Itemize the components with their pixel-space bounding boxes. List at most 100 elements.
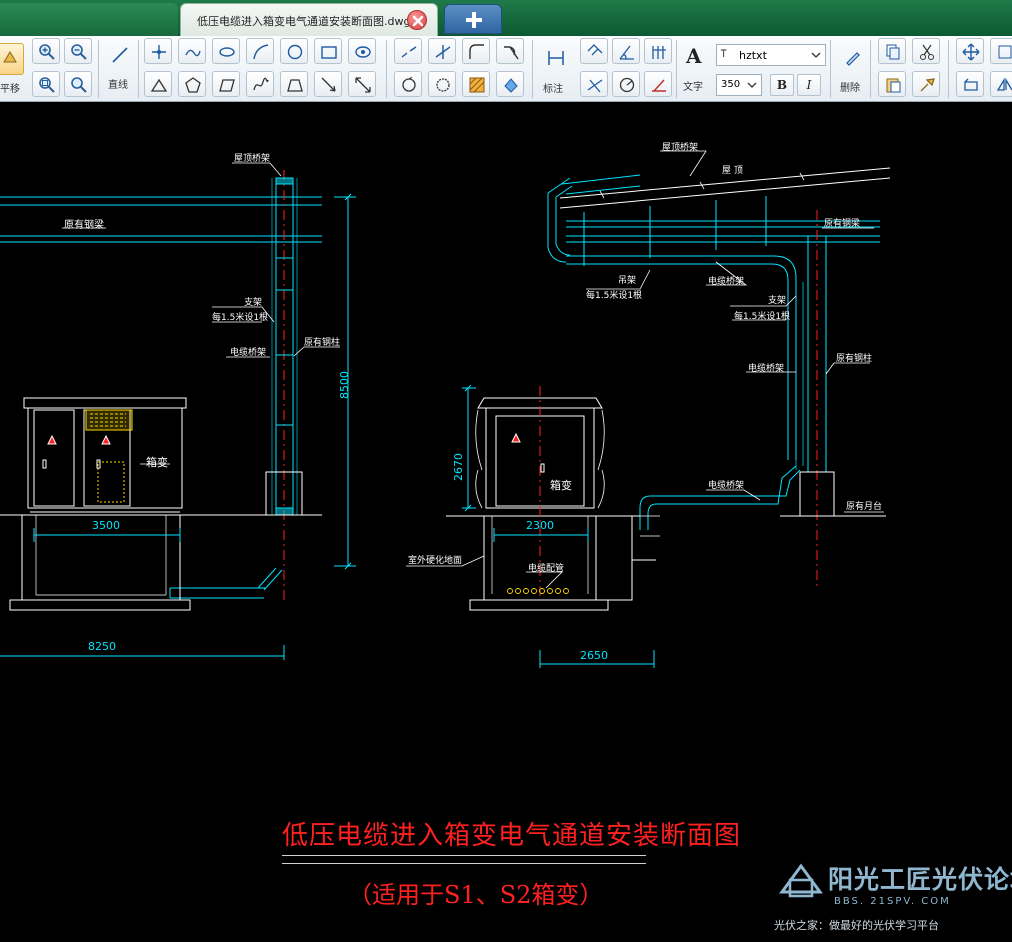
drawing-subtitle: （适用于S1、S2箱变） (348, 881, 604, 909)
bracket-spacing-label-left: 每1.5米设1根 (212, 313, 269, 323)
steel-beam-label-left: 原有钢梁 (64, 220, 104, 231)
dim-box-height-right: 2670 (452, 453, 465, 481)
spline-icon[interactable] (178, 38, 206, 64)
text-label: 文字 (683, 82, 703, 93)
ground-label: 室外硬化地面 (408, 556, 463, 566)
title-underline (282, 855, 646, 856)
continue-dim-icon[interactable] (580, 71, 608, 97)
donut-icon[interactable] (348, 38, 376, 64)
separator (676, 40, 677, 98)
close-icon[interactable] (407, 10, 427, 30)
plus-icon[interactable] (444, 4, 502, 34)
steel-beam-label-right: 原有钢梁 (824, 219, 861, 229)
italic-button[interactable]: I (797, 74, 821, 96)
zoom-out-icon[interactable] (64, 38, 92, 64)
tab-active-drawing[interactable]: 低压电缆进入箱变电气通道安装断面图.dwg (180, 3, 438, 36)
polygon-icon[interactable] (178, 71, 206, 97)
drawing-canvas[interactable]: 屋顶桥架 原有钢梁 支架 每1.5米设1根 电缆桥架 原有钢柱 箱变 8500 … (0, 103, 1012, 942)
bracket-spacing-label-right: 每1.5米设1根 (734, 312, 791, 322)
dim-offset-right: 2650 (580, 649, 608, 662)
hanger-label: 吊架 (618, 276, 637, 286)
watermark-brand: 阳光工匠光伏论坛 (828, 865, 1012, 894)
offset-icon[interactable] (428, 71, 456, 97)
move-icon[interactable] (956, 38, 984, 64)
cable-tray-top-label: 电缆桥架 (708, 277, 745, 287)
zoom-extents-icon[interactable] (64, 71, 92, 97)
hatch-icon[interactable] (462, 71, 490, 97)
font-dropdown[interactable]: Ꭲ hztxt (716, 44, 826, 66)
separator (98, 40, 99, 98)
parallelogram-icon[interactable] (212, 71, 240, 97)
chamfer-icon[interactable] (496, 38, 524, 64)
box-label-left: 箱变 (146, 456, 168, 469)
double-arrow-icon[interactable] (348, 71, 376, 97)
ellipse-icon[interactable] (212, 38, 240, 64)
trapezoid-icon[interactable] (280, 71, 308, 97)
arrow-line-icon[interactable] (314, 71, 342, 97)
font-icon: Ꭲ (721, 49, 728, 60)
eraser-icon[interactable] (838, 45, 866, 71)
separator (948, 40, 949, 98)
cut-icon[interactable] (912, 38, 940, 64)
zoom-window-icon[interactable] (32, 71, 60, 97)
tab-previous[interactable] (0, 3, 178, 36)
line-label: 直线 (108, 80, 128, 91)
polyline-icon[interactable] (144, 38, 172, 64)
fill-icon[interactable] (496, 71, 524, 97)
triangle-icon[interactable] (144, 71, 172, 97)
font-size-dropdown[interactable]: 350 (716, 74, 762, 96)
conduit-label: 电缆配管 (528, 564, 565, 574)
dim-box-width-left: 3500 (92, 519, 120, 532)
dimension-label: 标注 (543, 84, 563, 95)
text-tool-icon[interactable]: A (686, 44, 702, 68)
font-size-value: 350 (721, 79, 741, 90)
angle-dim-icon[interactable] (612, 38, 640, 64)
separator (532, 40, 533, 98)
hanger-spacing-label: 每1.5米设1根 (586, 291, 643, 301)
cable-tray-label-left: 电缆桥架 (230, 348, 267, 358)
arc-icon[interactable] (246, 38, 274, 64)
fillet-icon[interactable] (462, 38, 490, 64)
copy-move-icon[interactable] (990, 38, 1012, 64)
stretch-icon[interactable] (956, 71, 984, 97)
radius-dim-icon[interactable] (612, 71, 640, 97)
ribbon-toolbar: 平移 直线 标注 A 文字 Ꭲ hztxt 350 B I 删除 (0, 36, 1012, 102)
aligned-dim-icon[interactable] (580, 38, 608, 64)
roof-tray-label: 屋顶桥架 (662, 143, 699, 153)
circle-icon[interactable] (280, 38, 308, 64)
chevron-down-icon (747, 82, 757, 88)
watermark-url: BBS. 21SPV. COM (834, 896, 951, 907)
dimension-button[interactable] (541, 44, 569, 70)
rotate-icon[interactable] (394, 71, 422, 97)
pan-button[interactable] (0, 43, 24, 75)
delete-label: 删除 (840, 83, 860, 94)
watermark-slogan: 光伏之家：做最好的光伏学习平台 (774, 919, 939, 932)
leader-icon[interactable] (644, 71, 672, 97)
drawing-title: 低压电缆进入箱变电气通道安装断面图 (282, 821, 742, 851)
steel-column-label-left: 原有钢柱 (304, 338, 341, 348)
freehand-icon[interactable] (246, 71, 274, 97)
line-button[interactable] (106, 42, 134, 68)
trim-icon[interactable] (428, 38, 456, 64)
copy-icon[interactable] (878, 38, 906, 64)
baseline-dim-icon[interactable] (644, 38, 672, 64)
roof-bridge-label: 屋顶桥架 (234, 154, 271, 164)
bold-button[interactable]: B (770, 74, 794, 96)
paste-icon[interactable] (878, 71, 906, 97)
break-icon[interactable] (394, 38, 422, 64)
cable-tray-mid-label: 电缆桥架 (748, 364, 785, 374)
tab-title: 低压电缆进入箱变电气通道安装断面图.dwg (197, 15, 411, 28)
title-underline (282, 863, 646, 864)
zoom-in-icon[interactable] (32, 38, 60, 64)
mirror-icon[interactable] (990, 71, 1012, 97)
box-label-right: 箱变 (550, 479, 572, 492)
cable-tray-low-label: 电缆桥架 (708, 481, 745, 491)
dim-total-width-left: 8250 (88, 640, 116, 653)
separator (386, 40, 387, 98)
match-properties-icon[interactable] (912, 71, 940, 97)
bracket-label-left: 支架 (244, 298, 263, 308)
rectangle-icon[interactable] (314, 38, 342, 64)
roof-label: 屋 顶 (722, 166, 743, 176)
separator (830, 40, 831, 98)
brand-logo-icon (779, 863, 823, 898)
